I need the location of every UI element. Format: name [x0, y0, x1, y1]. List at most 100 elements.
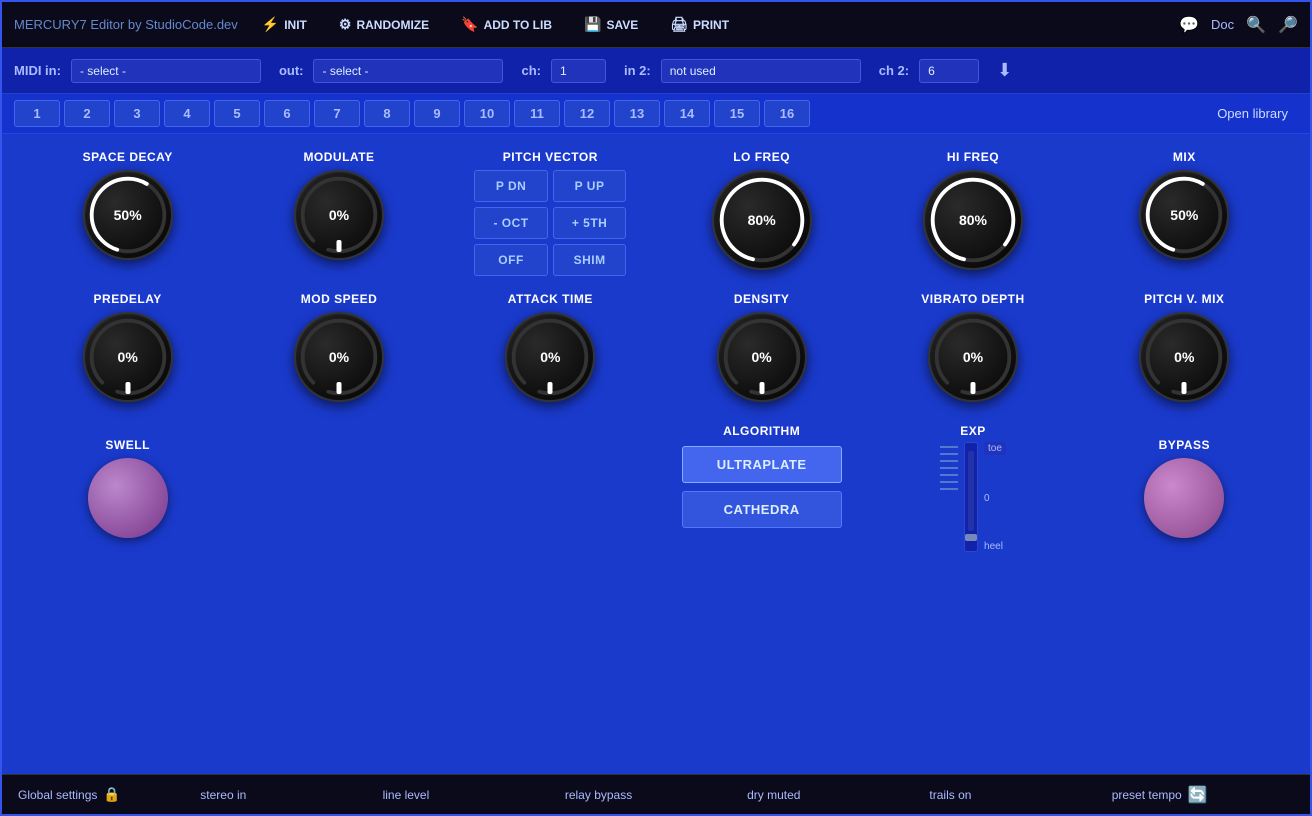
attack-time-value: 0%: [540, 349, 560, 365]
modulate-value: 0%: [329, 207, 349, 223]
line-level-item: line level: [383, 788, 565, 802]
zoom-in-icon[interactable]: 🔍: [1246, 15, 1266, 35]
global-settings-label: Global settings: [18, 788, 97, 802]
app-name: MERCURY7 Editor: [14, 17, 124, 32]
midi-in-select[interactable]: - select -: [71, 59, 261, 83]
preset-btn-5[interactable]: 5: [214, 100, 260, 127]
pv-5th-button[interactable]: + 5TH: [553, 207, 627, 239]
relay-bypass-item: relay bypass: [565, 788, 747, 802]
randomize-button[interactable]: ⚙ RANDOMIZE: [331, 12, 437, 37]
midi-ch2-select[interactable]: 6: [919, 59, 979, 83]
pv-p-up-button[interactable]: P UP: [553, 170, 627, 202]
algo-cathedra-button[interactable]: CATHEDRA: [682, 491, 842, 528]
preset-btn-10[interactable]: 10: [464, 100, 510, 127]
space-decay-cell: SPACE DECAY 50%: [22, 150, 233, 260]
pv-shim-button[interactable]: SHIM: [553, 244, 627, 276]
midi-ch-select[interactable]: 1: [551, 59, 606, 83]
pitch-vmix-label: PITCH V. MIX: [1144, 292, 1224, 306]
midi-in2-select[interactable]: not used: [661, 59, 861, 83]
density-knob[interactable]: 0%: [717, 312, 807, 402]
save-icon: 💾: [584, 16, 601, 33]
density-value: 0%: [752, 349, 772, 365]
midi-ch-label: ch:: [521, 63, 541, 78]
pv-oct-button[interactable]: - OCT: [474, 207, 548, 239]
pitch-vector-label: PITCH VECTOR: [503, 150, 598, 164]
hi-freq-cell: HI FREQ 80%: [867, 150, 1078, 270]
pv-p-dn-button[interactable]: P DN: [474, 170, 548, 202]
preset-btn-6[interactable]: 6: [264, 100, 310, 127]
preset-btn-1[interactable]: 1: [14, 100, 60, 127]
hi-freq-label: HI FREQ: [947, 150, 999, 164]
preset-btn-4[interactable]: 4: [164, 100, 210, 127]
bypass-circle[interactable]: [1144, 458, 1224, 538]
space-decay-knob[interactable]: 50%: [83, 170, 173, 260]
app-subtitle: by StudioCode.dev: [128, 17, 238, 32]
doc-link[interactable]: Doc: [1211, 17, 1234, 32]
pitch-vmix-bypass-cell: PITCH V. MIX 0% BYPASS: [1079, 292, 1290, 538]
lo-freq-cell: LO FREQ 80%: [656, 150, 867, 270]
predelay-label: PREDELAY: [94, 292, 162, 306]
midi-bar: MIDI in: - select - out: - select - ch: …: [2, 48, 1310, 94]
save-button[interactable]: 💾 SAVE: [576, 12, 646, 37]
pitch-vector-cell: PITCH VECTOR P DN P UP - OCT + 5TH OFF S…: [445, 150, 656, 276]
dry-muted-item: dry muted: [747, 788, 929, 802]
density-label: DENSITY: [734, 292, 790, 306]
mod-speed-knob[interactable]: 0%: [294, 312, 384, 402]
algo-ultraplate-button[interactable]: ULTRAPLATE: [682, 446, 842, 483]
midi-ch2-label: ch 2:: [879, 63, 909, 78]
preset-btn-9[interactable]: 9: [414, 100, 460, 127]
global-settings-item[interactable]: Global settings 🔒: [18, 786, 200, 803]
preset-btn-16[interactable]: 16: [764, 100, 810, 127]
mod-speed-label: MOD SPEED: [301, 292, 378, 306]
stereo-in-item: stereo in: [200, 788, 382, 802]
attack-time-cell: ATTACK TIME 0%: [445, 292, 656, 402]
hi-freq-knob[interactable]: 80%: [923, 170, 1023, 270]
pitch-vmix-knob[interactable]: 0%: [1139, 312, 1229, 402]
top-right-area: 💬 Doc 🔍 🔎: [1179, 15, 1298, 35]
midi-out-label: out:: [279, 63, 304, 78]
print-button[interactable]: 🖨 PRINT: [662, 12, 737, 37]
mod-speed-value: 0%: [329, 349, 349, 365]
pv-off-button[interactable]: OFF: [474, 244, 548, 276]
attack-time-knob[interactable]: 0%: [505, 312, 595, 402]
app-title: MERCURY7 Editor by StudioCode.dev: [14, 17, 238, 32]
preset-btn-8[interactable]: 8: [364, 100, 410, 127]
zoom-out-icon[interactable]: 🔎: [1278, 15, 1298, 35]
space-decay-value: 50%: [114, 207, 142, 223]
preset-btn-15[interactable]: 15: [714, 100, 760, 127]
preset-btn-11[interactable]: 11: [514, 100, 560, 127]
mix-knob[interactable]: 50%: [1139, 170, 1229, 260]
lo-freq-label: LO FREQ: [733, 150, 790, 164]
preset-btn-12[interactable]: 12: [564, 100, 610, 127]
preset-btn-13[interactable]: 13: [614, 100, 660, 127]
status-bar: Global settings 🔒 stereo in line level r…: [2, 774, 1310, 814]
download-icon[interactable]: ⬇: [997, 60, 1012, 81]
preset-btn-2[interactable]: 2: [64, 100, 110, 127]
predelay-knob[interactable]: 0%: [83, 312, 173, 402]
bypass-label: BYPASS: [1159, 438, 1210, 452]
init-button[interactable]: ⚡ INIT: [254, 12, 315, 37]
open-library-link[interactable]: Open library: [1207, 101, 1298, 126]
vibrato-exp-cell: VIBRATO DEPTH 0% EXP: [867, 292, 1078, 552]
swell-circle[interactable]: [88, 458, 168, 538]
hi-freq-value: 80%: [959, 212, 987, 228]
preset-btn-14[interactable]: 14: [664, 100, 710, 127]
add-to-lib-button[interactable]: 🔖 ADD TO LIB: [453, 12, 560, 37]
preset-btn-7[interactable]: 7: [314, 100, 360, 127]
vibrato-depth-knob[interactable]: 0%: [928, 312, 1018, 402]
refresh-icon[interactable]: 🔄: [1188, 785, 1208, 805]
lo-freq-knob[interactable]: 80%: [712, 170, 812, 270]
mix-cell: MIX 50%: [1079, 150, 1290, 260]
exp-thumb[interactable]: [965, 534, 977, 541]
modulate-knob[interactable]: 0%: [294, 170, 384, 260]
bookmark-icon: 🔖: [461, 16, 478, 33]
vibrato-depth-value: 0%: [963, 349, 983, 365]
exp-toe-label: toe: [984, 442, 1006, 455]
preset-btn-3[interactable]: 3: [114, 100, 160, 127]
chat-icon[interactable]: 💬: [1179, 15, 1199, 35]
algorithm-label: ALGORITHM: [723, 424, 800, 438]
midi-out-select[interactable]: - select -: [313, 59, 503, 83]
exp-heel-label: heel: [984, 541, 1006, 552]
lo-freq-value: 80%: [748, 212, 776, 228]
predelay-cell: PREDELAY 0% SWELL: [22, 292, 233, 538]
